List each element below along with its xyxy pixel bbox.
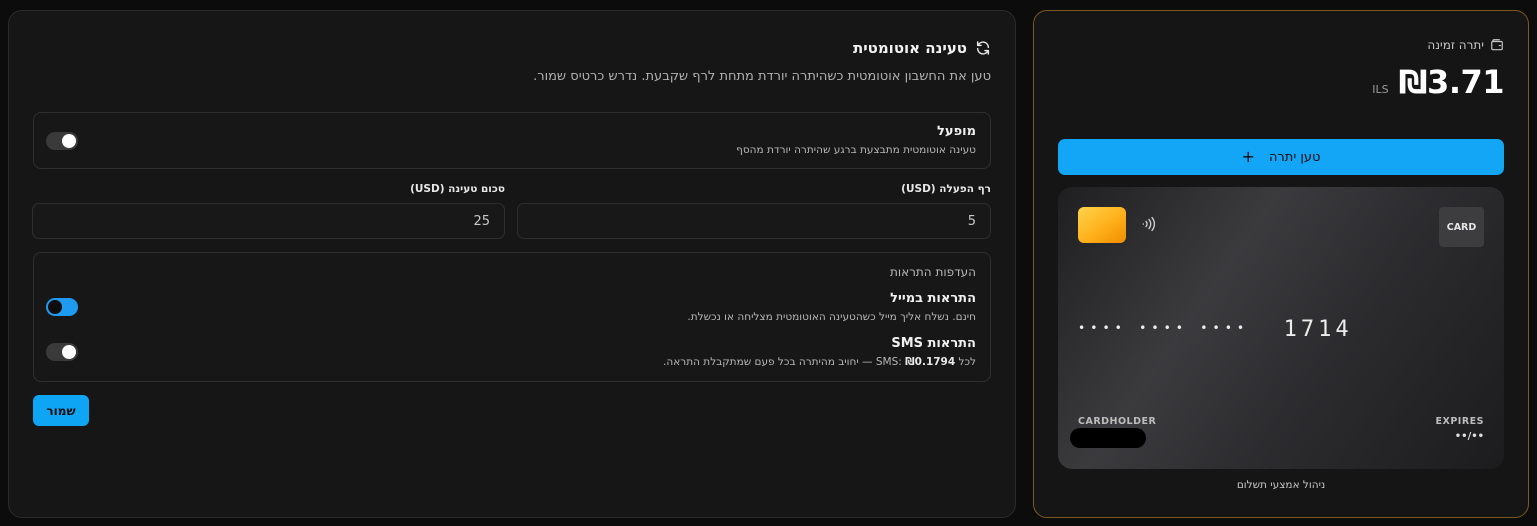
threshold-input[interactable] (517, 203, 991, 239)
auto-reload-description: טען את החשבון אוטומטית כשהיתרה יורדת מתח… (533, 69, 991, 84)
expires-value: ••/•• (1454, 431, 1484, 442)
notification-preferences: העדפות התראות התראות במייל חינם. נשלח אל… (33, 252, 991, 382)
reload-amount-input[interactable] (32, 203, 505, 239)
cardholder-label: CARDHOLDER (1078, 416, 1157, 427)
balance-label: יתרה זמינה (1427, 38, 1504, 52)
sms-price: ₪0.1794 (905, 356, 956, 368)
card-brand-badge: CARD (1439, 207, 1484, 247)
card-chip-icon (1078, 207, 1126, 243)
expires-label: EXPIRES (1435, 416, 1484, 427)
threshold-label: רף הפעלה (USD) (901, 183, 991, 195)
sms-notifications-toggle[interactable] (46, 343, 78, 361)
notification-preferences-title: העדפות התראות (889, 265, 976, 279)
sms-notifications-subtitle: לכל SMS: ₪0.1794 — יחויב מהיתרה בכל פעם … (663, 356, 976, 368)
wallet-panel: יתרה זמינה ILS ₪3.71 טען יתרה + CARD •••… (1033, 10, 1529, 518)
auto-reload-panel: טעינה אוטומטית טען את החשבון אוטומטית כש… (8, 10, 1016, 518)
refresh-icon (976, 41, 990, 55)
balance-amount: ₪3.71 (1398, 63, 1505, 101)
save-button[interactable]: שמור (33, 395, 89, 426)
sms-notifications-title: התראות SMS (891, 336, 976, 351)
cardholder-name-redacted (1070, 428, 1146, 448)
enabled-title: מופעל (937, 124, 976, 139)
reload-amount-label: סכום טעינה (USD) (410, 183, 505, 195)
card-masked-digits: •••• •••• •••• (1078, 321, 1250, 335)
toggle-knob (48, 300, 62, 314)
auto-reload-header: טעינה אוטומטית (853, 39, 991, 57)
topup-label: טען יתרה (1268, 149, 1321, 165)
auto-reload-title: טעינה אוטומטית (852, 39, 967, 57)
balance-label-text: יתרה זמינה (1427, 38, 1484, 52)
auto-reload-enabled-toggle[interactable] (46, 132, 78, 150)
card-last4: 1714 (1283, 317, 1353, 342)
manage-payment-methods-link[interactable]: ניהול אמצעי תשלום (1034, 479, 1528, 491)
auto-reload-enabled-row: מופעל טעינה אוטומטית מתבצעת ברגע שהיתרה … (33, 112, 991, 169)
email-notifications-toggle[interactable] (46, 298, 78, 316)
toggle-knob (62, 134, 76, 148)
card-number: •••• •••• •••• 1714 (1078, 317, 1353, 342)
email-notifications-title: התראות במייל (890, 291, 976, 306)
email-notifications-subtitle: חינם. נשלח אליך מייל כשהטעינה האוטומטית … (687, 311, 976, 323)
toggle-knob (62, 345, 76, 359)
plus-icon: + (1241, 147, 1255, 166)
enabled-subtitle: טעינה אוטומטית מתבצעת ברגע שהיתרה יורדת … (736, 144, 976, 156)
balance-row: ILS ₪3.71 (1372, 63, 1504, 101)
payment-card[interactable]: CARD •••• •••• •••• 1714 CARDHOLDER EXPI… (1058, 187, 1504, 469)
contactless-icon (1142, 216, 1156, 232)
topup-button[interactable]: טען יתרה + (1058, 139, 1504, 175)
balance-currency: ILS (1372, 83, 1389, 96)
wallet-icon (1491, 39, 1503, 51)
sms-subtitle-suffix: — יחויב מהיתרה בכל פעם שמתקבלת התראה. (663, 356, 876, 368)
